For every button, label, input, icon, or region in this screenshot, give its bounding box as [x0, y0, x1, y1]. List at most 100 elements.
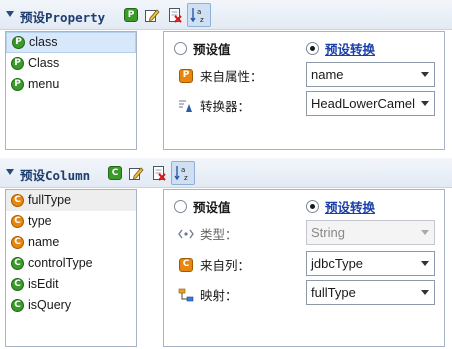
preset-value-radio[interactable]: 预设值	[174, 39, 231, 58]
preset-value-radio[interactable]: 预设值	[174, 197, 231, 216]
list-item[interactable]: C fullType	[6, 190, 136, 211]
converter-label: 转换器：	[200, 99, 251, 114]
sort-column-button[interactable]: a z	[171, 161, 195, 185]
source-property-label: 来自属性：	[200, 69, 263, 84]
delete-property-button[interactable]	[166, 6, 184, 24]
svg-text:a: a	[181, 166, 185, 174]
edit-property-button[interactable]	[143, 6, 161, 24]
mapping-select[interactable]: fullType	[306, 280, 435, 305]
property-title: 预设Property	[20, 10, 106, 25]
column-icon: C	[11, 236, 24, 249]
chevron-down-icon[interactable]	[421, 261, 429, 266]
column-source-icon: C	[179, 257, 193, 272]
type-value: String	[311, 225, 345, 240]
source-column-value: jdbcType	[311, 256, 364, 271]
source-property-value: name	[311, 67, 344, 82]
list-item-label: isQuery	[28, 298, 72, 312]
column-header: 预设Column C a z	[0, 158, 452, 188]
preset-value-label: 预设值	[193, 42, 231, 57]
mapping-value: fullType	[311, 285, 356, 300]
preset-convert-link[interactable]: 预设转换	[325, 39, 375, 58]
svg-text:z: z	[184, 174, 188, 182]
column-icon: C	[11, 194, 24, 207]
preset-convert-radio[interactable]: 预设转换	[306, 197, 375, 216]
list-item[interactable]: C name	[6, 232, 136, 253]
column-icon: C	[11, 257, 24, 270]
radio-button[interactable]	[306, 200, 319, 213]
list-item[interactable]: P class	[6, 32, 136, 53]
property-section: 预设Property P a z P class P Class P menu …	[0, 0, 452, 156]
type-label: 类型：	[200, 227, 238, 242]
column-section: 预设Column C a z C fullType C type C name …	[0, 158, 452, 349]
chevron-down-icon[interactable]	[421, 290, 429, 295]
radio-button[interactable]	[306, 42, 319, 55]
radio-button[interactable]	[174, 200, 187, 213]
column-icon: C	[11, 215, 24, 228]
edit-column-button[interactable]	[127, 164, 145, 182]
edit-icon	[129, 167, 144, 180]
add-column-button[interactable]: C	[106, 164, 124, 182]
delete-column-button[interactable]	[150, 164, 168, 182]
mapping-icon	[178, 288, 194, 301]
column-detail-panel: 预设值 预设转换 类型： String C 来自列： jdbcType 映射： …	[163, 189, 445, 347]
sort-az-icon: a z	[174, 166, 188, 182]
add-property-button[interactable]: P	[122, 6, 140, 24]
collapse-toggle-icon[interactable]	[6, 11, 14, 17]
preset-value-label: 预设值	[193, 200, 231, 215]
mapping-label: 映射：	[200, 288, 238, 303]
collapse-toggle-icon[interactable]	[6, 169, 14, 175]
property-icon: P	[11, 57, 24, 70]
list-item-label: isEdit	[28, 277, 59, 291]
property-source-icon: P	[179, 68, 193, 83]
list-item-label: name	[28, 235, 60, 249]
svg-text:a: a	[197, 8, 201, 16]
property-list[interactable]: P class P Class P menu	[5, 31, 137, 150]
source-property-select[interactable]: name	[306, 62, 435, 87]
column-icon: C	[11, 299, 24, 312]
list-item[interactable]: C isQuery	[6, 295, 136, 316]
chevron-down-icon[interactable]	[421, 72, 429, 77]
column-title: 预设Column	[20, 168, 91, 183]
type-icon	[178, 229, 194, 238]
add-property-icon: P	[124, 8, 138, 22]
list-item-label: type	[28, 214, 52, 228]
sort-property-button[interactable]: a z	[187, 3, 211, 27]
add-column-icon: C	[108, 166, 122, 180]
preset-convert-radio[interactable]: 预设转换	[306, 39, 375, 58]
list-item[interactable]: C isEdit	[6, 274, 136, 295]
list-item[interactable]: C type	[6, 211, 136, 232]
sort-az-icon: a z	[190, 8, 204, 24]
svg-text:z: z	[200, 16, 204, 24]
converter-icon	[179, 100, 192, 112]
preset-convert-link[interactable]: 预设转换	[325, 197, 375, 216]
list-item-label: menu	[28, 77, 60, 91]
list-item-label: Class	[28, 56, 60, 70]
list-item-label: fullType	[28, 193, 72, 207]
chevron-down-icon[interactable]	[421, 230, 429, 235]
converter-value: HeadLowerCamel	[311, 96, 416, 111]
mapping-row: 映射：	[178, 285, 238, 304]
delete-icon	[169, 8, 182, 23]
property-detail-panel: 预设值 预设转换 P 来自属性： name 转换器： HeadLowerCame…	[163, 31, 445, 150]
source-column-select[interactable]: jdbcType	[306, 251, 435, 276]
converter-select[interactable]: HeadLowerCamel	[306, 91, 435, 116]
delete-icon	[153, 166, 166, 181]
column-list[interactable]: C fullType C type C name C controlType C…	[5, 189, 137, 347]
converter-row: 转换器：	[178, 96, 250, 115]
list-item[interactable]: P menu	[6, 74, 136, 95]
list-item-label: controlType	[28, 256, 93, 270]
radio-button[interactable]	[174, 42, 187, 55]
type-select[interactable]: String	[306, 220, 435, 245]
edit-icon	[145, 9, 160, 22]
chevron-down-icon[interactable]	[421, 101, 429, 106]
column-icon: C	[11, 278, 24, 291]
property-header: 预设Property P a z	[0, 0, 452, 30]
list-item-label: class	[29, 35, 58, 49]
list-item[interactable]: P Class	[6, 53, 136, 74]
property-icon: P	[11, 78, 24, 91]
source-column-label: 来自列：	[200, 258, 251, 273]
type-row: 类型：	[178, 224, 238, 243]
list-item[interactable]: C controlType	[6, 253, 136, 274]
source-column-row: C 来自列：	[178, 255, 250, 274]
property-icon: P	[12, 36, 25, 49]
